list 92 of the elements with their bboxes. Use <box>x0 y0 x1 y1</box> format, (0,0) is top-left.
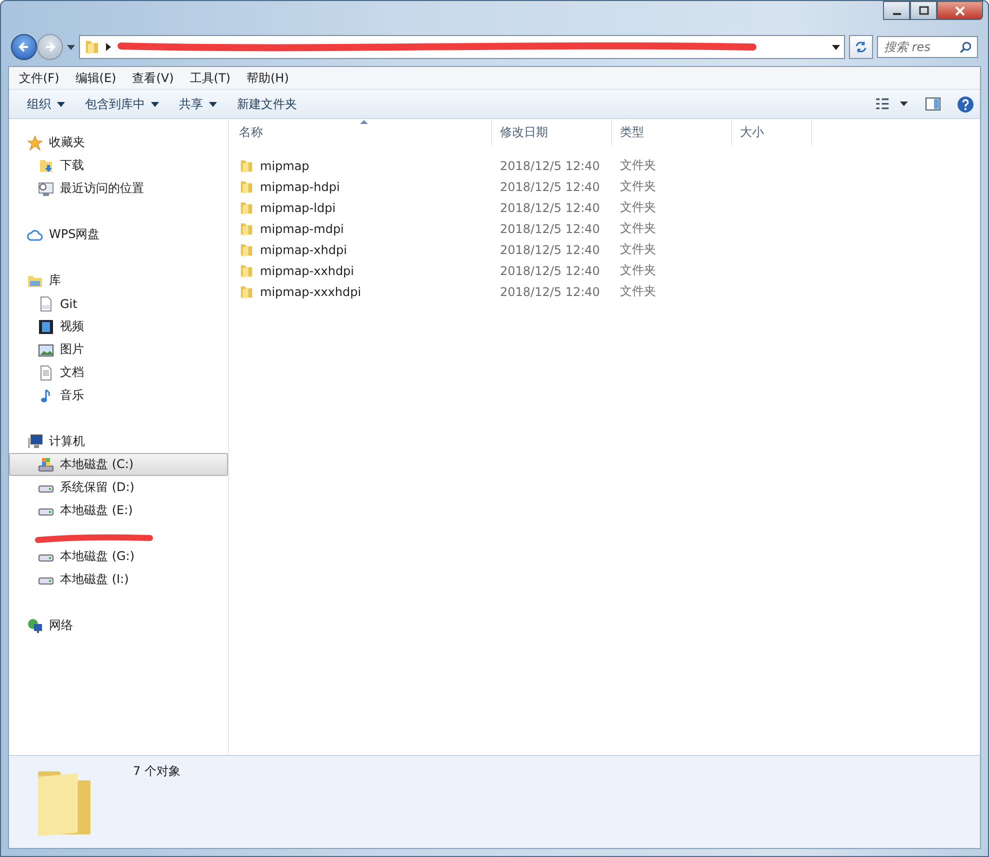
address-bar[interactable] <box>79 35 845 59</box>
computer-icon <box>27 434 43 450</box>
folder-icon <box>239 158 254 174</box>
date-modified: 2018/12/5 12:40 <box>500 222 600 236</box>
maximize-icon <box>918 6 928 16</box>
column-header[interactable]: 名称 <box>229 119 492 146</box>
file-type: 文件夹 <box>620 262 656 279</box>
toolbar-button[interactable]: 新建文件夹 <box>229 92 305 116</box>
nav-item[interactable]: 收藏夹 <box>9 131 228 154</box>
folder-icon <box>239 178 254 194</box>
refresh-icon <box>854 40 868 54</box>
toolbar-button[interactable]: 组织 <box>19 92 73 116</box>
picture-icon <box>38 342 54 358</box>
nav-item[interactable]: 库 <box>9 269 228 292</box>
nav-item[interactable]: 视频 <box>9 315 228 338</box>
caret-icon <box>209 102 217 106</box>
nav-item[interactable]: Git <box>9 292 228 315</box>
folder-icon <box>239 262 254 278</box>
caret-icon <box>151 102 159 106</box>
help-icon <box>957 96 974 112</box>
file-name[interactable]: mipmap-mdpi <box>260 222 344 236</box>
folder-icon <box>84 39 100 55</box>
date-modified: 2018/12/5 12:40 <box>500 180 600 194</box>
file-name[interactable]: mipmap-hdpi <box>260 180 340 194</box>
nav-item[interactable]: 图片 <box>9 338 228 361</box>
dropdown-arrow-icon <box>67 44 75 50</box>
column-header[interactable]: 类型 <box>612 119 732 146</box>
file-type: 文件夹 <box>620 199 656 216</box>
folder-icon <box>239 284 254 300</box>
nav-item[interactable]: 本地磁盘 (I:) <box>9 568 228 591</box>
file-name[interactable]: mipmap-xhdpi <box>260 242 347 256</box>
recent-places-icon <box>38 180 54 196</box>
close-icon <box>955 6 965 16</box>
file-name[interactable]: mipmap-ldpi <box>260 200 336 214</box>
back-button[interactable] <box>11 34 37 60</box>
nav-item[interactable]: 系统保留 (D:) <box>9 476 228 499</box>
folder-icon <box>239 242 254 258</box>
refresh-button[interactable] <box>849 35 873 59</box>
search-icon <box>959 41 972 54</box>
caret-icon <box>57 102 65 106</box>
document-icon <box>38 364 54 380</box>
date-modified: 2018/12/5 12:40 <box>500 242 600 256</box>
menu-item[interactable]: 帮助(H) <box>238 70 297 86</box>
menu-item[interactable]: 文件(F) <box>11 70 68 86</box>
minimize-icon <box>892 12 900 14</box>
file-name[interactable]: mipmap-xxxhdpi <box>260 284 362 298</box>
file-type: 文件夹 <box>620 283 656 300</box>
file-type: 文件夹 <box>620 178 656 195</box>
date-modified: 2018/12/5 12:40 <box>500 284 600 298</box>
document-icon <box>38 296 54 312</box>
nav-item[interactable]: 音乐 <box>9 384 228 407</box>
date-modified: 2018/12/5 12:40 <box>500 264 600 278</box>
nav-item[interactable]: 最近访问的位置 <box>9 177 228 200</box>
date-modified: 2018/12/5 12:40 <box>500 158 600 172</box>
menu-item[interactable]: 编辑(E) <box>67 70 124 86</box>
network-icon <box>27 618 43 634</box>
nav-item[interactable]: WPS网盘 <box>9 223 228 246</box>
sort-arrow-icon <box>360 120 368 124</box>
file-type: 文件夹 <box>620 157 656 174</box>
maximize-button[interactable] <box>910 1 937 20</box>
menu-item[interactable]: 查看(V) <box>124 70 182 86</box>
nav-item[interactable]: 下载 <box>9 154 228 177</box>
nav-item[interactable]: 本地磁盘 (C:) <box>9 453 228 476</box>
column-header[interactable]: 修改日期 <box>492 119 612 146</box>
preview-pane-icon <box>925 96 941 112</box>
dropdown-arrow-icon <box>832 44 840 50</box>
file-name[interactable]: mipmap-xxhdpi <box>260 264 354 278</box>
system-drive-icon <box>38 456 54 472</box>
column-header[interactable]: 大小 <box>732 119 812 146</box>
star-icon <box>27 134 43 150</box>
search-field[interactable]: 搜索 res <box>877 36 978 58</box>
file-name[interactable]: mipmap <box>260 158 310 172</box>
item-count: 7 个对象 <box>133 763 180 780</box>
close-button[interactable] <box>937 1 983 20</box>
nav-item[interactable]: 本地磁盘 (G:) <box>9 545 228 568</box>
nav-item[interactable]: 网络 <box>9 614 228 637</box>
folder-icon <box>239 220 254 236</box>
date-modified: 2018/12/5 12:40 <box>500 200 600 214</box>
minimize-button[interactable] <box>883 1 910 20</box>
nav-item[interactable]: 本地磁盘 (E:) <box>9 499 228 522</box>
film-icon <box>38 318 54 334</box>
toolbar-button[interactable]: 包含到库中 <box>77 92 167 116</box>
toolbar-button[interactable]: 共享 <box>171 92 225 116</box>
file-type: 文件夹 <box>620 241 656 258</box>
chevron-icon <box>106 43 111 51</box>
file-type: 文件夹 <box>620 220 656 237</box>
nav-item[interactable]: 文档 <box>9 361 228 384</box>
folder-icon <box>239 200 254 216</box>
folder-download-icon <box>38 158 54 174</box>
list-view-icon <box>875 97 909 111</box>
menu-item[interactable]: 工具(T) <box>182 70 238 86</box>
nav-item[interactable]: 计算机 <box>9 430 228 453</box>
